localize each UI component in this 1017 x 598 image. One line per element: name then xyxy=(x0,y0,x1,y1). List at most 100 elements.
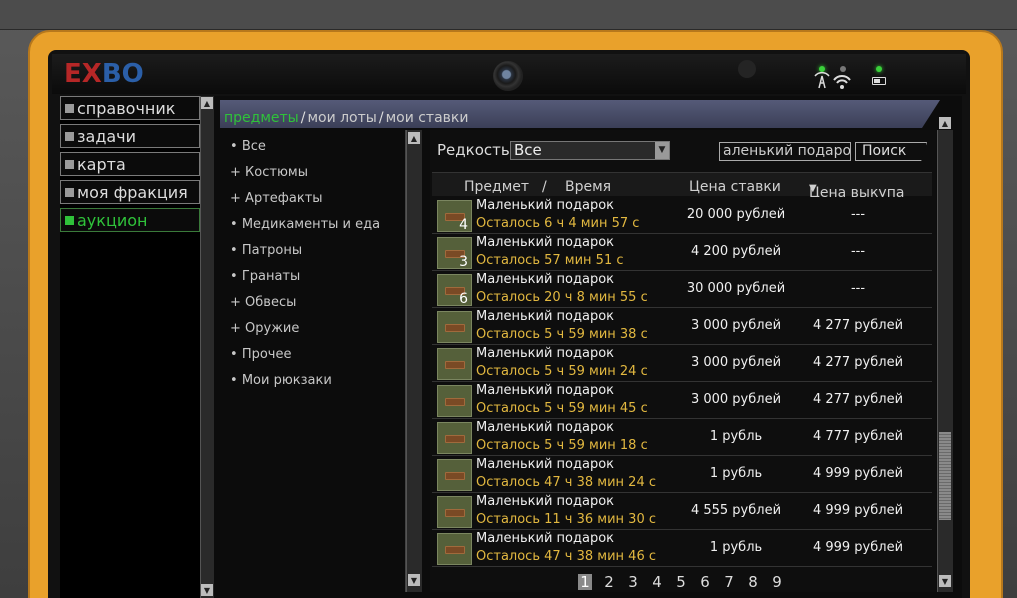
page-button[interactable]: 2 xyxy=(602,574,616,590)
item-quantity: 6 xyxy=(459,291,468,307)
category-label: Костюмы xyxy=(245,165,308,180)
item-name: Маленький подарок xyxy=(476,235,614,250)
item-name: Маленький подарок xyxy=(476,346,614,361)
category-meds[interactable]: • Медикаменты и еда xyxy=(230,217,380,232)
item-buyout-price: --- xyxy=(850,281,866,296)
gift-item-icon xyxy=(437,422,472,454)
column-header-buyout[interactable]: Цена выкупа ▼ xyxy=(809,179,904,201)
item-buyout-price: --- xyxy=(850,244,866,259)
nav-scrollbar[interactable] xyxy=(200,96,214,598)
table-row[interactable]: 6 Маленький подарок Осталось 20 ч 8 мин 55… xyxy=(432,271,932,308)
item-buyout-price: 4 277 рублей xyxy=(812,392,904,407)
gift-box-icon xyxy=(445,435,465,443)
page-button[interactable]: 3 xyxy=(626,574,640,590)
table-row[interactable]: Маленький подарок Осталось 5 ч 59 мин 18 … xyxy=(432,419,932,456)
column-header-item[interactable]: Предмет xyxy=(464,179,529,195)
table-row[interactable]: 3 Маленький подарок Осталось 57 мин 51 с 4 … xyxy=(432,234,932,271)
table-row[interactable]: Маленький подарок Осталось 47 ч 38 мин 46… xyxy=(432,530,932,567)
table-row[interactable]: Маленький подарок Осталось 47 ч 38 мин 24… xyxy=(432,456,932,493)
bullet-icon: • xyxy=(230,373,238,388)
wifi-icon xyxy=(814,71,851,89)
bullet-icon xyxy=(65,187,74,197)
page-button[interactable]: 7 xyxy=(722,574,736,590)
category-all[interactable]: • Все xyxy=(230,139,266,154)
tab-my-bids[interactable]: мои ставки xyxy=(386,110,469,126)
item-buyout-price: 4 777 рублей xyxy=(812,429,904,444)
table-row[interactable]: Маленький подарок Осталось 5 ч 59 мин 38 … xyxy=(432,308,932,345)
item-time-left: Осталось 20 ч 8 мин 55 с xyxy=(476,290,648,305)
nav-item-label: карта xyxy=(77,154,126,174)
category-artifacts[interactable]: + Артефакты xyxy=(230,191,323,206)
item-time-left: Осталось 5 ч 59 мин 18 с xyxy=(476,438,648,453)
item-name: Маленький подарок xyxy=(476,272,614,287)
item-name: Маленький подарок xyxy=(476,383,614,398)
plus-icon: + xyxy=(230,295,241,310)
category-scroll-up-icon[interactable]: ▲ xyxy=(408,132,420,144)
item-time-left: Осталось 11 ч 36 мин 30 с xyxy=(476,512,656,527)
table-row[interactable]: Маленький подарок Осталось 5 ч 59 мин 45 … xyxy=(432,382,932,419)
column-header-time[interactable]: Время xyxy=(565,179,611,195)
category-label: Патроны xyxy=(241,243,303,258)
category-suits[interactable]: + Костюмы xyxy=(230,165,308,180)
bullet-icon: • xyxy=(230,217,238,232)
page-button[interactable]: 5 xyxy=(674,574,688,590)
camera-icon xyxy=(493,61,523,91)
category-grenades[interactable]: • Гранаты xyxy=(230,269,300,284)
item-bid-price: 20 000 рублей xyxy=(686,207,786,222)
gift-box-icon xyxy=(445,398,465,406)
rarity-dropdown[interactable]: Все ▼ xyxy=(510,141,670,160)
category-my-backpacks[interactable]: • Мои рюкзаки xyxy=(230,373,332,388)
page-button[interactable]: 6 xyxy=(698,574,712,590)
table-row[interactable]: 4 Маленький подарок Осталось 6 ч 4 мин 57 … xyxy=(432,197,932,234)
gift-item-icon xyxy=(437,459,472,491)
tab-my-lots[interactable]: мои лоты xyxy=(307,110,376,126)
page-button[interactable]: 1 xyxy=(578,574,592,590)
lot-scroll-down-icon[interactable]: ▼ xyxy=(939,575,951,587)
gift-item-icon xyxy=(437,533,472,565)
plus-icon: + xyxy=(230,165,241,180)
lot-scroll-up-icon[interactable]: ▲ xyxy=(939,117,951,129)
category-scroll-down-icon[interactable]: ▼ xyxy=(408,574,420,586)
category-weapons[interactable]: + Оружие xyxy=(230,321,299,336)
item-bid-price: 4 200 рублей xyxy=(690,244,782,259)
table-row[interactable]: Маленький подарок Осталось 11 ч 36 мин 30… xyxy=(432,493,932,530)
category-label: Мои рюкзаки xyxy=(241,373,332,388)
gift-item-icon xyxy=(437,385,472,417)
item-time-left: Осталось 57 мин 51 с xyxy=(476,253,624,268)
bullet-icon xyxy=(65,103,74,113)
item-buyout-price: --- xyxy=(850,207,866,222)
lot-scroll-thumb[interactable] xyxy=(939,432,951,520)
category-scrollbar[interactable] xyxy=(406,130,422,592)
page-button[interactable]: 9 xyxy=(770,574,784,590)
nav-item-label: задачи xyxy=(77,126,137,146)
page-button[interactable]: 4 xyxy=(650,574,664,590)
nav-item-map[interactable]: карта xyxy=(60,152,200,176)
nav-scroll-up-icon[interactable]: ▲ xyxy=(201,97,213,109)
item-time-left: Осталось 5 ч 59 мин 38 с xyxy=(476,327,648,342)
tab-items[interactable]: предметы xyxy=(224,110,299,126)
category-ammo[interactable]: • Патроны xyxy=(230,243,302,258)
gift-box-icon xyxy=(445,546,465,554)
nav-item-faction[interactable]: моя фракция xyxy=(60,180,200,204)
table-row[interactable]: Маленький подарок Осталось 5 ч 59 мин 24 … xyxy=(432,345,932,382)
category-attachments[interactable]: + Обвесы xyxy=(230,295,296,310)
bullet-icon: • xyxy=(230,139,238,154)
search-button[interactable]: Поиск xyxy=(855,142,927,161)
column-header-bid[interactable]: Цена ставки xyxy=(689,179,781,195)
item-time-left: Осталось 6 ч 4 мин 57 с xyxy=(476,216,640,231)
nav-item-reference[interactable]: справочник xyxy=(60,96,200,120)
item-buyout-price: 4 277 рублей xyxy=(812,355,904,370)
page-button[interactable]: 8 xyxy=(746,574,760,590)
item-name: Маленький подарок xyxy=(476,309,614,324)
nav-scroll-down-icon[interactable]: ▼ xyxy=(201,584,213,596)
category-other[interactable]: • Прочее xyxy=(230,347,291,362)
lot-list-scrollbar[interactable] xyxy=(937,130,953,592)
item-buyout-price: 4 277 рублей xyxy=(812,318,904,333)
nav-item-auction[interactable]: аукцион xyxy=(60,208,200,232)
search-input[interactable]: аленький подарок xyxy=(719,142,851,161)
item-quantity: 3 xyxy=(459,254,468,270)
item-name: Маленький подарок xyxy=(476,420,614,435)
category-label: Прочее xyxy=(241,347,292,362)
item-bid-price: 3 000 рублей xyxy=(690,392,782,407)
nav-item-tasks[interactable]: задачи xyxy=(60,124,200,148)
